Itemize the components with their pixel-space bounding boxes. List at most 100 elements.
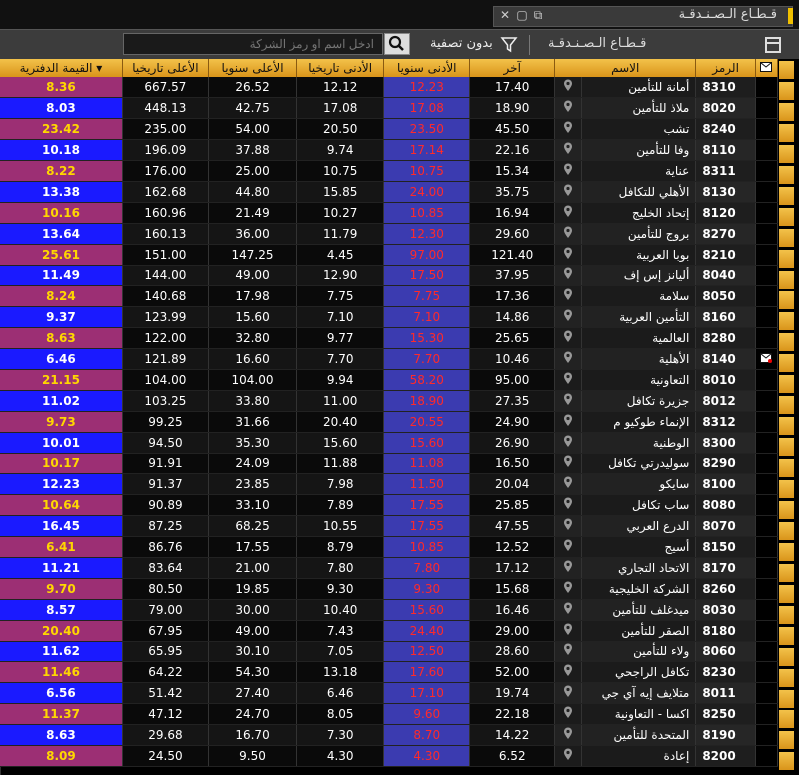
header-high-hist[interactable]: الأعلى تاريخيا xyxy=(122,59,209,77)
row-alert-cell[interactable] xyxy=(755,369,779,391)
header-mail[interactable] xyxy=(755,59,779,77)
sector-label[interactable]: قـطـاع الـصـنـدقـة xyxy=(548,36,646,51)
location-pin-icon[interactable] xyxy=(554,97,582,120)
row-alert-cell[interactable] xyxy=(755,578,779,600)
table-row[interactable]: 8.57 79.00 30.00 10.40 15.60 16.46 ميدغلف للتأ… xyxy=(0,599,779,621)
company-name-cell[interactable]: ميدغلف للتأمين xyxy=(581,599,697,621)
table-row[interactable]: 11.62 65.95 30.10 7.05 12.50 28.60 ولاء للتأمي… xyxy=(0,641,779,663)
table-row[interactable]: 23.42 235.00 54.00 20.50 23.50 45.50 تشب 8240 xyxy=(0,118,779,141)
location-pin-icon[interactable] xyxy=(554,745,582,767)
symbol-cell[interactable]: 8180 xyxy=(695,620,756,642)
row-alert-cell[interactable] xyxy=(755,682,779,705)
row-alert-cell[interactable] xyxy=(755,306,779,329)
location-pin-icon[interactable] xyxy=(554,515,582,538)
location-pin-icon[interactable] xyxy=(554,223,582,245)
row-alert-cell[interactable] xyxy=(755,641,779,663)
close-icon[interactable]: ✕ xyxy=(499,9,511,21)
table-row[interactable]: 16.45 87.25 68.25 10.55 17.55 47.55 الدرع العر… xyxy=(0,515,779,538)
location-pin-icon[interactable] xyxy=(554,682,582,705)
location-pin-icon[interactable] xyxy=(554,620,582,642)
symbol-cell[interactable]: 8270 xyxy=(695,223,756,245)
row-alert-cell[interactable] xyxy=(755,724,779,746)
row-alert-cell[interactable] xyxy=(755,453,779,475)
company-name-cell[interactable]: سلامة xyxy=(581,285,697,308)
symbol-cell[interactable]: 8260 xyxy=(695,578,756,600)
row-alert-cell[interactable] xyxy=(755,745,779,767)
company-name-cell[interactable]: سوليدرتي تكافل xyxy=(581,453,697,475)
row-alert-cell[interactable] xyxy=(755,390,779,412)
symbol-cell[interactable]: 8050 xyxy=(695,285,756,308)
row-alert-cell[interactable] xyxy=(755,411,779,433)
location-pin-icon[interactable] xyxy=(554,453,582,475)
row-alert-cell[interactable] xyxy=(755,557,779,579)
symbol-cell[interactable]: 8070 xyxy=(695,515,756,538)
location-pin-icon[interactable] xyxy=(554,181,582,203)
location-pin-icon[interactable] xyxy=(554,536,582,558)
location-pin-icon[interactable] xyxy=(554,285,582,308)
search-button[interactable] xyxy=(384,33,410,55)
table-row[interactable]: 13.38 162.68 44.80 15.85 24.00 35.75 الأهلي لل… xyxy=(0,181,779,203)
row-alert-cell[interactable] xyxy=(755,202,779,224)
row-alert-cell[interactable] xyxy=(755,661,779,684)
company-name-cell[interactable]: سايكو xyxy=(581,473,697,496)
table-row[interactable]: 9.73 99.25 31.66 20.40 20.55 24.90 الإنماء طوك… xyxy=(0,411,779,433)
row-alert-cell[interactable] xyxy=(755,620,779,642)
company-name-cell[interactable]: وفا للتأمين xyxy=(581,139,697,162)
table-row[interactable]: 11.49 144.00 49.00 12.90 17.50 37.95 أليانز إس… xyxy=(0,265,779,287)
table-row[interactable]: 11.21 83.64 21.00 7.80 7.80 17.12 الاتحاد التج… xyxy=(0,557,779,579)
symbol-cell[interactable]: 8020 xyxy=(695,97,756,120)
company-name-cell[interactable]: اكسا - التعاونية xyxy=(581,703,697,726)
location-pin-icon[interactable] xyxy=(554,599,582,621)
header-book-value[interactable]: القيمة الدفترية ▾ xyxy=(0,59,123,77)
company-name-cell[interactable]: ساب تكافل xyxy=(581,494,697,517)
company-name-cell[interactable]: ولاء للتأمين xyxy=(581,641,697,663)
symbol-cell[interactable]: 8300 xyxy=(695,432,756,454)
table-row[interactable]: 9.37 123.99 15.60 7.10 7.10 14.86 التأمين العر… xyxy=(0,306,779,329)
symbol-cell[interactable]: 8240 xyxy=(695,118,756,141)
header-high52[interactable]: الأعلى سنويا xyxy=(208,59,298,77)
symbol-cell[interactable]: 8100 xyxy=(695,473,756,496)
symbol-cell[interactable]: 8230 xyxy=(695,661,756,684)
table-row[interactable]: 8.36 667.57 26.52 12.12 12.23 17.40 أمانة للتأ… xyxy=(0,77,779,99)
company-name-cell[interactable]: تكافل الراجحي xyxy=(581,661,697,684)
company-name-cell[interactable]: العالمية xyxy=(581,327,697,350)
location-pin-icon[interactable] xyxy=(554,77,582,99)
location-pin-icon[interactable] xyxy=(554,557,582,579)
symbol-cell[interactable]: 8310 xyxy=(695,77,756,99)
location-pin-icon[interactable] xyxy=(554,306,582,329)
table-row[interactable]: 11.02 103.25 33.80 11.00 18.90 27.35 جزيرة تكا… xyxy=(0,390,779,412)
location-pin-icon[interactable] xyxy=(554,348,582,370)
table-row[interactable]: 11.37 47.12 24.70 8.05 9.60 22.18 اكسا - التعا… xyxy=(0,703,779,726)
row-alert-cell[interactable] xyxy=(755,160,779,182)
row-alert-cell[interactable] xyxy=(755,432,779,454)
location-pin-icon[interactable] xyxy=(554,265,582,287)
row-alert-cell[interactable] xyxy=(755,223,779,245)
symbol-cell[interactable]: 8170 xyxy=(695,557,756,579)
row-alert-cell[interactable] xyxy=(755,77,779,99)
company-name-cell[interactable]: تشب xyxy=(581,118,697,141)
company-name-cell[interactable]: المتحدة للتأمين xyxy=(581,724,697,746)
location-pin-icon[interactable] xyxy=(554,327,582,350)
table-row[interactable]: 10.18 196.09 37.88 9.74 17.14 22.16 وفا للتأمي… xyxy=(0,139,779,162)
symbol-cell[interactable]: 8140 xyxy=(695,348,756,370)
company-name-cell[interactable]: الصقر للتأمين xyxy=(581,620,697,642)
symbol-cell[interactable]: 8120 xyxy=(695,202,756,224)
symbol-cell[interactable]: 8080 xyxy=(695,494,756,517)
company-name-cell[interactable]: الوطنية xyxy=(581,432,697,454)
row-alert-cell[interactable] xyxy=(755,494,779,517)
company-name-cell[interactable]: إعادة xyxy=(581,745,697,767)
location-pin-icon[interactable] xyxy=(554,202,582,224)
company-name-cell[interactable]: الأهلي للتكافل xyxy=(581,181,697,203)
company-name-cell[interactable]: جزيرة تكافل xyxy=(581,390,697,412)
row-alert-cell[interactable] xyxy=(755,97,779,120)
table-row[interactable]: 8.03 448.13 42.75 17.08 17.08 18.90 ملاذ للتأم… xyxy=(0,97,779,120)
row-alert-cell[interactable] xyxy=(755,327,779,350)
location-pin-icon[interactable] xyxy=(554,118,582,141)
row-alert-cell[interactable] xyxy=(755,703,779,726)
symbol-cell[interactable]: 8010 xyxy=(695,369,756,391)
table-row[interactable]: 6.41 86.76 17.55 8.79 10.85 12.52 أسيج 8150 xyxy=(0,536,779,558)
table-row[interactable]: 10.17 91.91 24.09 11.88 11.08 16.50 سوليدرتي ت… xyxy=(0,453,779,475)
company-name-cell[interactable]: أليانز إس إف xyxy=(581,265,697,287)
symbol-cell[interactable]: 8030 xyxy=(695,599,756,621)
header-last[interactable]: آخر xyxy=(469,59,556,77)
